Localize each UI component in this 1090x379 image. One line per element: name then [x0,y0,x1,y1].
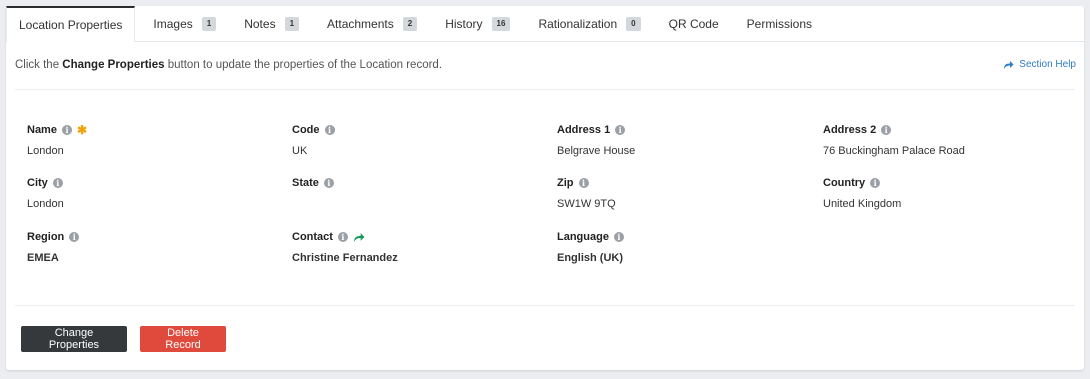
field-region: Region i EMEA [27,231,257,264]
section-help-label: Section Help [1019,59,1076,70]
tab-notes[interactable]: Notes 1 [230,6,313,41]
divider [15,305,1075,306]
contact-link-arrow-icon[interactable] [353,232,365,243]
required-star-icon: ✱ [76,123,88,137]
field-label: Name i ✱ [27,124,257,136]
field-name: Name i ✱ London [27,124,257,157]
tab-label: Notes [244,16,276,31]
field-label-text: Address 2 [823,124,877,136]
tab-label: Attachments [327,16,394,31]
field-label: Code i [292,124,522,136]
field-label: Region i [27,231,257,243]
properties-panel: Location Properties Images 1 Notes 1 Att… [6,6,1084,370]
field-label: Zip i [557,177,787,189]
field-value: Belgrave House [557,145,636,157]
field-label: Contact i [292,231,522,243]
tab-label: Location Properties [19,18,123,32]
field-value: UK [292,145,308,157]
count-badge: 2 [402,16,418,31]
field-label: Address 2 i [823,124,1053,136]
field-label: Country i [823,177,1053,189]
field-country: Country i United Kingdom [823,177,1053,210]
field-label-text: City [27,177,48,189]
field-zip: Zip i SW1W 9TQ [557,177,787,210]
info-icon[interactable]: i [324,125,335,135]
field-label-text: Code [292,124,320,136]
instruction-prefix: Click the [15,59,63,71]
field-label: Address 1 i [557,124,787,136]
tab-attachments[interactable]: Attachments 2 [313,6,431,41]
divider [15,89,1075,90]
field-label-text: Name [27,124,57,136]
info-icon[interactable]: i [615,125,626,135]
field-label: Language i [557,231,787,243]
change-properties-button[interactable]: Change Properties [21,326,127,352]
field-value: Christine Fernandez [292,252,398,264]
field-language: Language i English (UK) [557,231,787,264]
tab-label: QR Code [668,16,719,31]
field-value: London [27,198,64,210]
info-icon[interactable]: i [323,178,334,188]
field-address-2: Address 2 i 76 Buckingham Palace Road [823,124,1053,157]
field-label-text: Contact [292,231,333,243]
field-label-text: Region [27,231,65,243]
count-badge: 16 [491,16,511,31]
field-label: City i [27,177,257,189]
field-value: EMEA [27,252,59,264]
field-value: London [27,145,64,157]
field-value: 76 Buckingham Palace Road [823,145,965,157]
info-icon[interactable]: i [578,178,589,188]
tab-label: Images [153,16,193,31]
field-label-text: Country [823,177,866,189]
tab-location-properties[interactable]: Location Properties [6,6,136,42]
instruction-text: Click the Change Properties button to up… [15,59,442,71]
field-address-1: Address 1 i Belgrave House [557,124,787,157]
count-badge: 1 [201,16,217,31]
field-value: SW1W 9TQ [557,198,616,210]
section-help-link[interactable]: Section Help [1003,59,1076,70]
field-label-text: Address 1 [557,124,611,136]
tab-label: History [445,16,483,31]
instruction-bold: Change Properties [62,59,165,71]
info-icon[interactable]: i [337,232,348,242]
tab-qr-code[interactable]: QR Code [655,6,733,41]
tab-permissions[interactable]: Permissions [733,6,826,41]
info-icon[interactable]: i [881,125,892,135]
info-icon[interactable]: i [52,178,63,188]
share-arrow-icon [1003,60,1014,70]
field-label-text: State [292,177,319,189]
tab-rationalization[interactable]: Rationalization 0 [524,6,654,41]
count-badge: 0 [626,16,641,31]
instruction-suffix: button to update the properties of the L… [164,59,443,71]
info-icon[interactable]: i [69,232,80,242]
field-state: State i [292,177,522,198]
tab-bar: Location Properties Images 1 Notes 1 Att… [6,6,1084,42]
info-icon[interactable]: i [870,178,881,188]
field-label-text: Language [557,231,609,243]
tab-history[interactable]: History 16 [431,6,524,41]
field-value: United Kingdom [823,198,902,210]
field-label-text: Zip [557,177,574,189]
info-icon[interactable]: i [613,232,624,242]
field-contact: Contact i Christine Fernandez [292,231,522,264]
field-label: State i [292,177,522,189]
tab-label: Rationalization [538,16,618,31]
tab-label: Permissions [746,16,812,31]
tab-images[interactable]: Images 1 [139,6,230,41]
count-badge: 1 [284,16,300,31]
field-code: Code i UK [292,124,522,157]
field-city: City i London [27,177,257,210]
field-value: English (UK) [557,252,623,264]
info-icon[interactable]: i [61,125,72,135]
delete-record-button[interactable]: Delete Record [140,326,226,352]
